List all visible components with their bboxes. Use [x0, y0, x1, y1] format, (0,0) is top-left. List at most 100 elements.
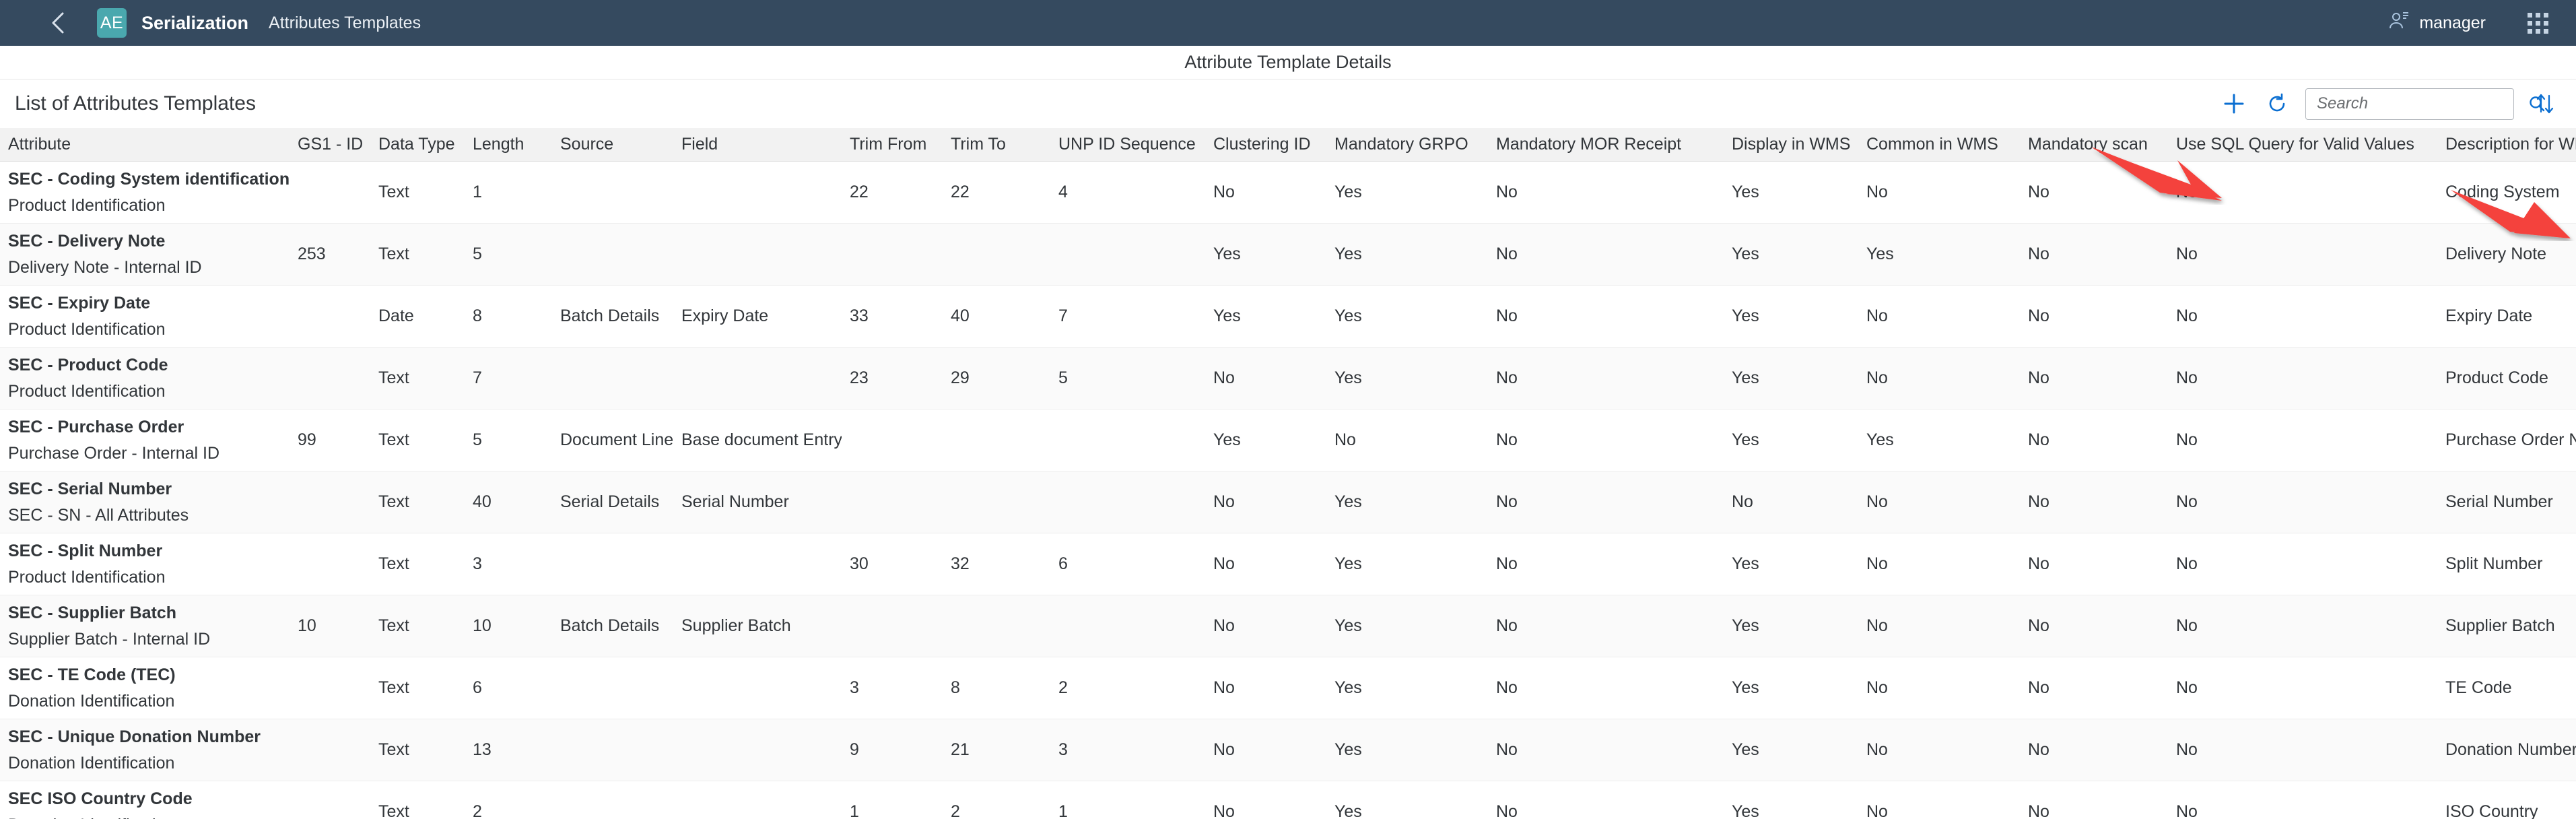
attribute-subtitle: Purchase Order - Internal ID	[8, 443, 220, 463]
column-header-display-in-wms[interactable]: Display in WMS	[1724, 128, 1858, 162]
cell-unp-id-sequence: 1	[1050, 781, 1205, 819]
column-header-mandatory-scan[interactable]: Mandatory scan	[2020, 128, 2168, 162]
refresh-button[interactable]	[2261, 88, 2293, 120]
table-row[interactable]: SEC - Serial Number SEC - SN - All Attrib…	[0, 471, 2576, 533]
cell-common-in-wms: No	[1858, 595, 2020, 657]
column-header-mandatory-mor-receipt[interactable]: Mandatory MOR Receipt	[1488, 128, 1724, 162]
attribute-title: SEC - Expiry Date	[8, 294, 151, 313]
cell-mandatory-mor-receipt: No	[1488, 471, 1724, 533]
cell-length: 13	[465, 719, 552, 781]
add-button[interactable]	[2218, 88, 2250, 120]
cell-attribute: SEC - Delivery Note Delivery Note - Inter…	[0, 223, 290, 286]
app-grid-button[interactable]	[2523, 9, 2552, 37]
user-menu[interactable]: manager	[2388, 10, 2486, 36]
column-header-data-type[interactable]: Data Type	[370, 128, 465, 162]
column-header-source[interactable]: Source	[552, 128, 673, 162]
cell-gs1-id	[290, 719, 370, 781]
app-logo: AE	[97, 8, 127, 38]
column-header-trim-to[interactable]: Trim To	[943, 128, 1050, 162]
cell-trim-to	[943, 471, 1050, 533]
cell-use-sql-query: No	[2168, 657, 2437, 719]
table-row[interactable]: SEC - Split Number Product Identification…	[0, 533, 2576, 595]
column-header-use-sql-query[interactable]: Use SQL Query for Valid Values	[2168, 128, 2437, 162]
sort-icon	[2536, 94, 2554, 114]
cell-mandatory-grpo: No	[1326, 409, 1488, 471]
cell-length: 1	[465, 161, 552, 224]
cell-common-in-wms: No	[1858, 657, 2020, 719]
table-row[interactable]: SEC - Supplier Batch Supplier Batch - Int…	[0, 595, 2576, 657]
table-row[interactable]: SEC - Expiry Date Product Identification D…	[0, 285, 2576, 348]
cell-clustering-id: No	[1205, 533, 1326, 595]
attribute-title: SEC - Coding System identification	[8, 170, 290, 189]
column-header-common-in-wms[interactable]: Common in WMS	[1858, 128, 2020, 162]
column-header-description-for-wms[interactable]: Description for WMS	[2437, 128, 2576, 162]
cell-source: Serial Details	[552, 471, 673, 533]
cell-source	[552, 347, 673, 410]
table-row[interactable]: SEC ISO Country Code Donation Identificat…	[0, 781, 2576, 819]
cell-trim-to: 40	[943, 285, 1050, 348]
column-header-gs1-id[interactable]: GS1 - ID	[290, 128, 370, 162]
cell-mandatory-scan: No	[2020, 719, 2168, 781]
cell-mandatory-mor-receipt: No	[1488, 781, 1724, 819]
cell-clustering-id: No	[1205, 657, 1326, 719]
table-row[interactable]: SEC - TE Code (TEC) Donation Identificati…	[0, 657, 2576, 719]
cell-trim-from	[842, 471, 943, 533]
cell-display-in-wms: Yes	[1724, 657, 1858, 719]
cell-data-type: Text	[370, 781, 465, 819]
search-input[interactable]	[2317, 94, 2526, 113]
search-field[interactable]	[2305, 88, 2545, 120]
column-header-unp-id-sequence[interactable]: UNP ID Sequence	[1050, 128, 1205, 162]
attribute-title: SEC - Purchase Order	[8, 418, 184, 436]
column-header-length[interactable]: Length	[465, 128, 552, 162]
cell-mandatory-mor-receipt: No	[1488, 409, 1724, 471]
column-header-field[interactable]: Field	[673, 128, 842, 162]
cell-attribute: SEC - Split Number Product Identification	[0, 533, 290, 595]
cell-unp-id-sequence	[1050, 409, 1205, 471]
table-header-row: Attribute GS1 - ID Data Type Length Sour…	[0, 128, 2576, 162]
cell-mandatory-scan: No	[2020, 409, 2168, 471]
cell-trim-to: 29	[943, 347, 1050, 410]
cell-trim-to	[943, 595, 1050, 657]
cell-trim-from: 33	[842, 285, 943, 348]
cell-source	[552, 657, 673, 719]
cell-mandatory-grpo: Yes	[1326, 223, 1488, 286]
column-header-clustering-id[interactable]: Clustering ID	[1205, 128, 1326, 162]
table-row[interactable]: SEC - Unique Donation Number Donation Ide…	[0, 719, 2576, 781]
cell-attribute: SEC - Serial Number SEC - SN - All Attrib…	[0, 471, 290, 533]
cell-length: 5	[465, 223, 552, 286]
cell-length: 3	[465, 533, 552, 595]
column-header-mandatory-grpo[interactable]: Mandatory GRPO	[1326, 128, 1488, 162]
cell-mandatory-scan: No	[2020, 595, 2168, 657]
cell-unp-id-sequence: 6	[1050, 533, 1205, 595]
attribute-subtitle: Product Identification	[8, 195, 166, 215]
column-header-trim-from[interactable]: Trim From	[842, 128, 943, 162]
cell-display-in-wms: Yes	[1724, 347, 1858, 410]
cell-source	[552, 719, 673, 781]
cell-field	[673, 161, 842, 224]
table-row[interactable]: SEC - Coding System identification Produc…	[0, 161, 2576, 224]
cell-common-in-wms: No	[1858, 719, 2020, 781]
cell-mandatory-scan: No	[2020, 285, 2168, 348]
cell-data-type: Date	[370, 285, 465, 348]
table-row[interactable]: SEC - Delivery Note Delivery Note - Inter…	[0, 223, 2576, 286]
cell-mandatory-scan: No	[2020, 781, 2168, 819]
cell-source	[552, 781, 673, 819]
table-row[interactable]: SEC - Product Code Product Identification…	[0, 347, 2576, 410]
cell-use-sql-query: No	[2168, 285, 2437, 348]
table-row[interactable]: SEC - Purchase Order Purchase Order - Int…	[0, 409, 2576, 471]
table-body: SEC - Coding System identification Produc…	[0, 161, 2576, 819]
cell-common-in-wms: Yes	[1858, 409, 2020, 471]
cell-gs1-id	[290, 533, 370, 595]
cell-use-sql-query: No	[2168, 719, 2437, 781]
list-heading: List of Attributes Templates	[15, 92, 256, 114]
cell-data-type: Text	[370, 471, 465, 533]
cell-trim-to: 32	[943, 533, 1050, 595]
cell-display-in-wms: Yes	[1724, 161, 1858, 224]
sort-button[interactable]	[2529, 88, 2561, 120]
column-header-attribute[interactable]: Attribute	[0, 128, 290, 162]
cell-mandatory-scan: No	[2020, 471, 2168, 533]
back-button[interactable]	[43, 7, 74, 38]
cell-use-sql-query: No	[2168, 781, 2437, 819]
cell-mandatory-grpo: Yes	[1326, 161, 1488, 224]
attribute-subtitle: Delivery Note - Internal ID	[8, 257, 202, 277]
